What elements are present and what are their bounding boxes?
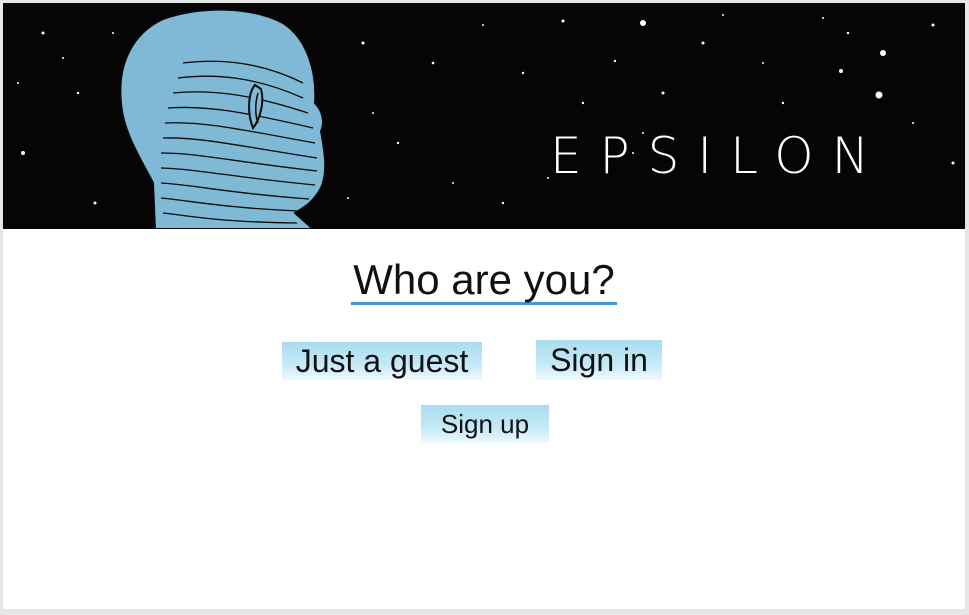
page-title: Who are you? <box>351 257 617 306</box>
epsilon-logo: EPSILON <box>549 127 887 185</box>
sign-in-button[interactable]: Sign in <box>536 340 662 380</box>
guest-button[interactable]: Just a guest <box>282 342 482 380</box>
header-banner: EPSILON <box>3 3 965 229</box>
bald-head-profile-illustration <box>119 8 327 229</box>
page-frame: EPSILON Who are you? Just a guest Sign i… <box>3 3 965 609</box>
sign-up-button[interactable]: Sign up <box>421 405 549 443</box>
space-illustration <box>17 8 955 229</box>
title-container: Who are you? <box>3 257 965 306</box>
